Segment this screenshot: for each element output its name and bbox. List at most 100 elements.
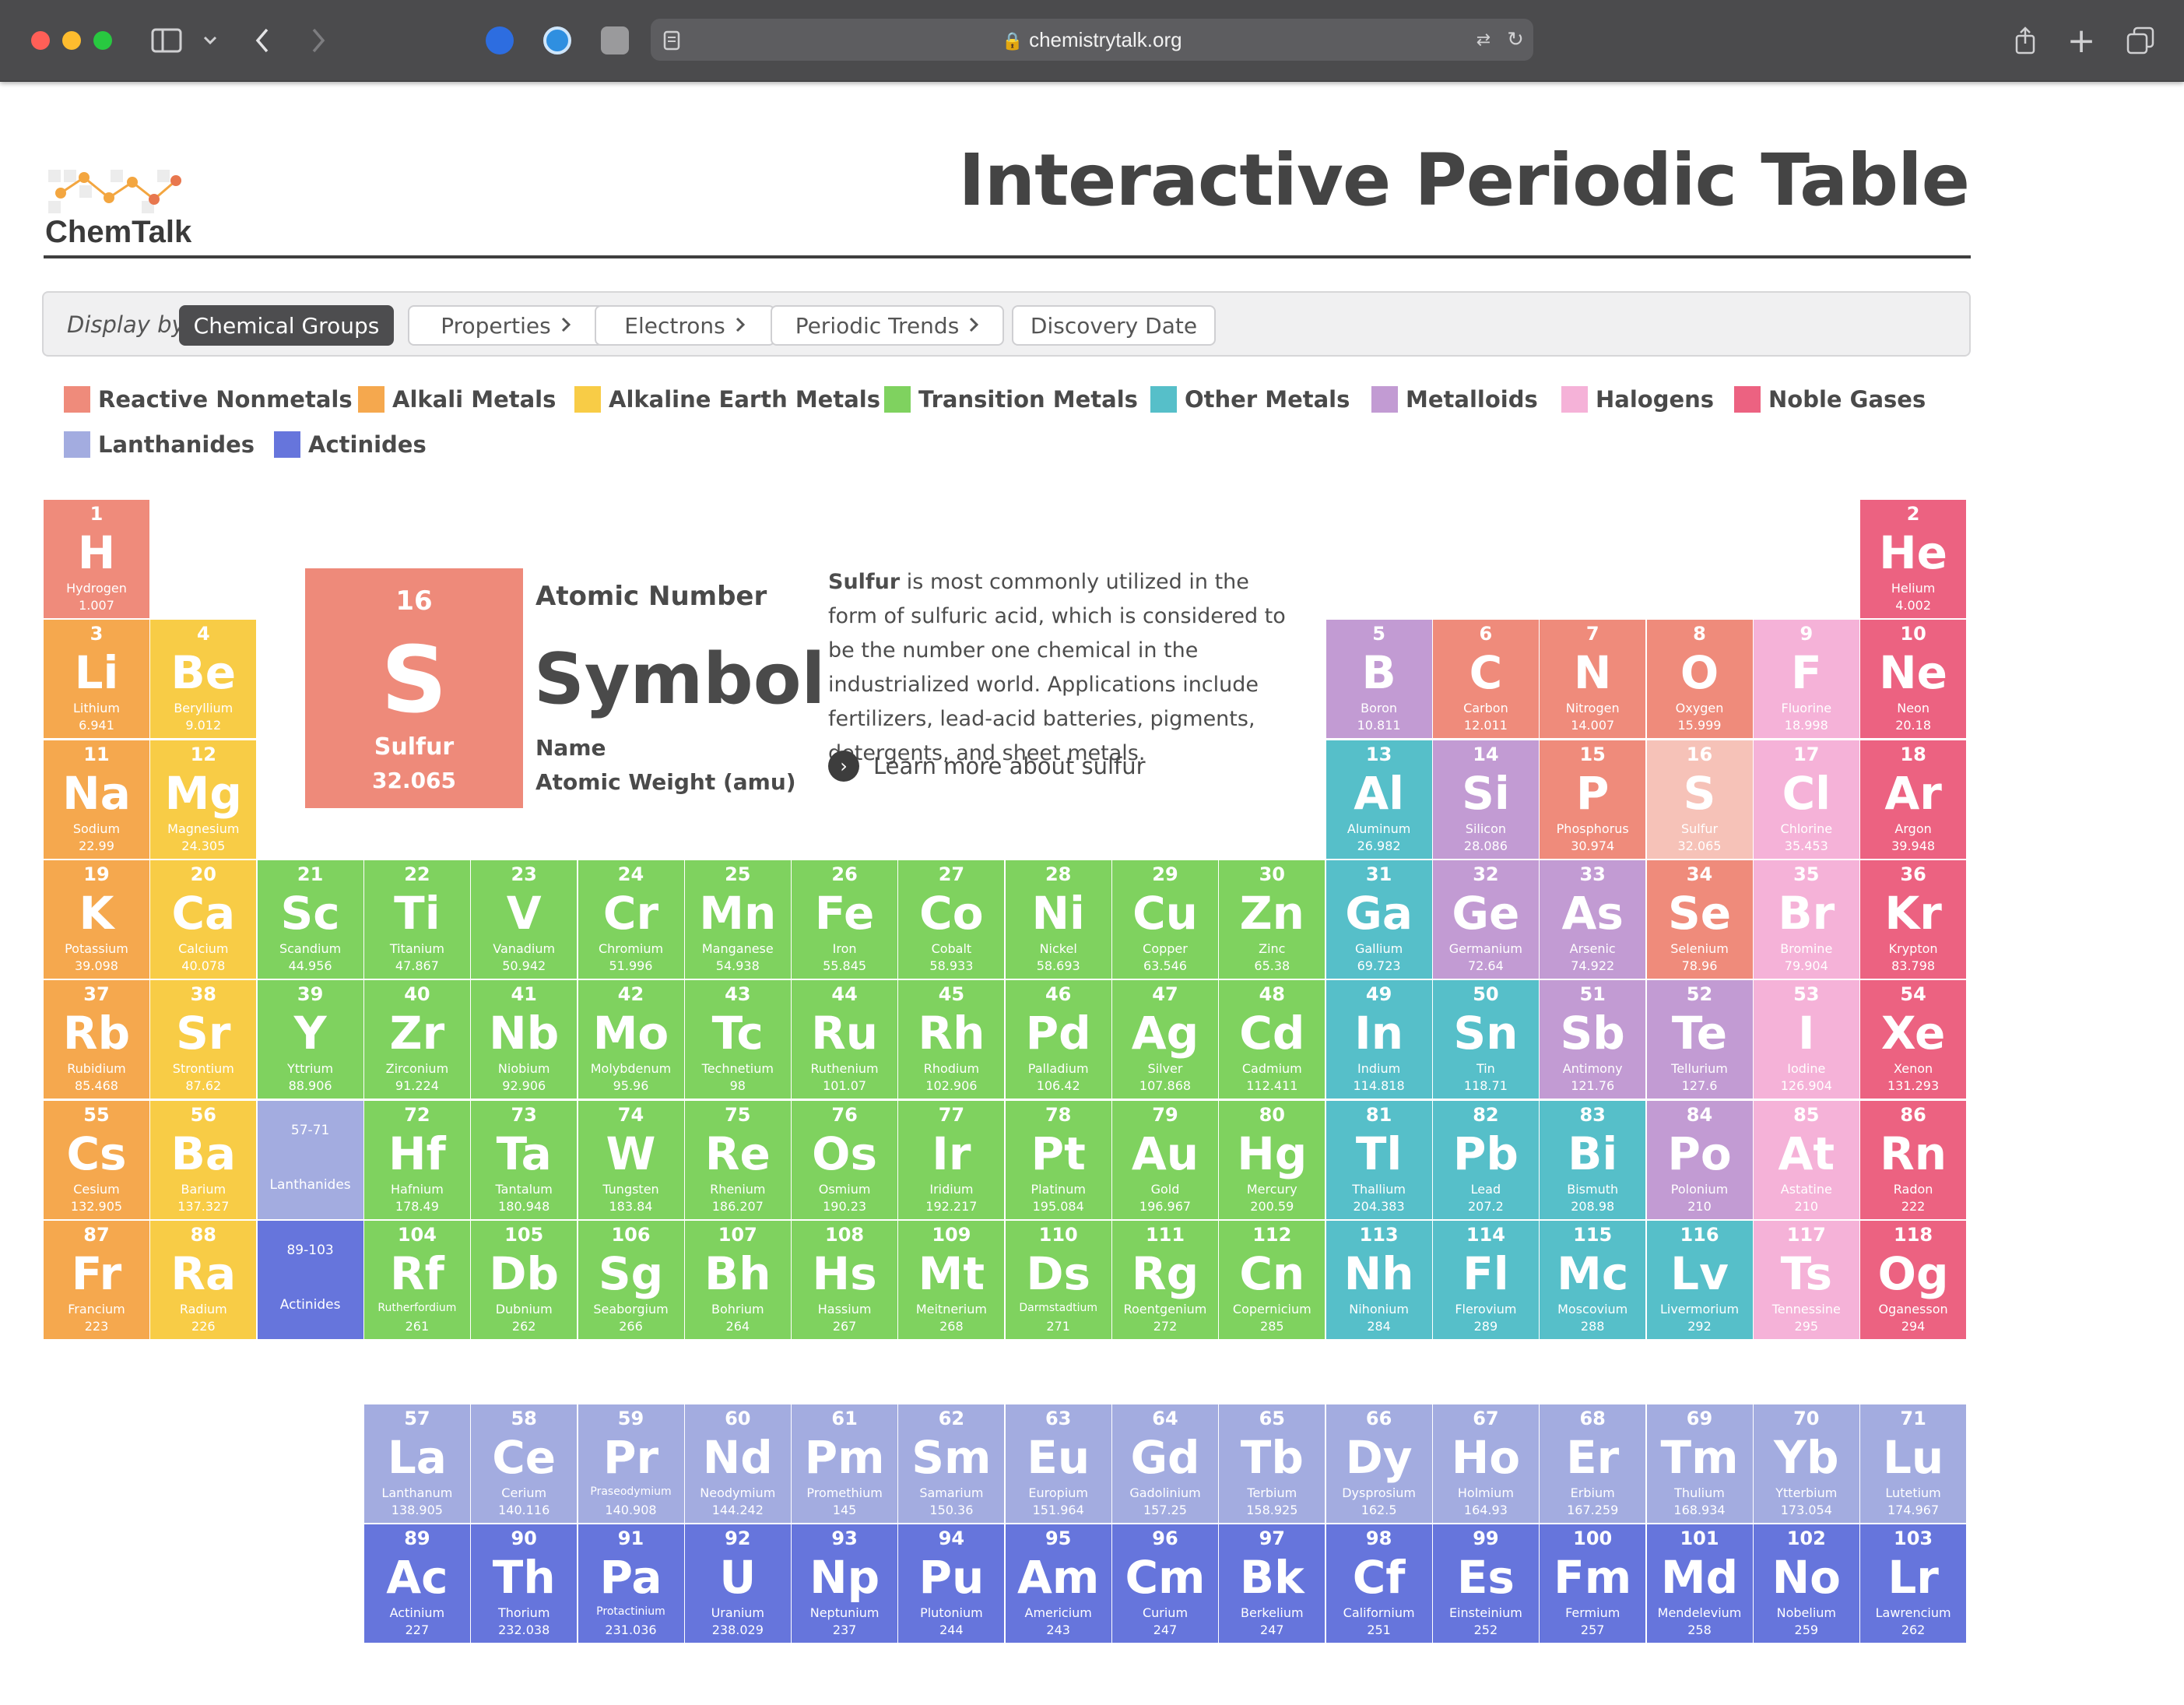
element-potassium[interactable]: 19 K Potassium 39.098 [44,860,149,979]
close-window-button[interactable] [31,31,50,50]
element-beryllium[interactable]: 4 Be Beryllium 9.012 [150,620,257,739]
element-fermium[interactable]: 100 Fm Fermium 257 [1540,1524,1646,1643]
element-scandium[interactable]: 21 Sc Scandium 44.956 [257,860,363,979]
new-tab-icon[interactable]: + [2067,21,2096,61]
element-silver[interactable]: 47 Ag Silver 107.868 [1112,980,1218,1099]
element-ruthenium[interactable]: 44 Ru Ruthenium 101.07 [792,980,898,1099]
element-plutonium[interactable]: 94 Pu Plutonium 244 [898,1524,1005,1643]
element-vanadium[interactable]: 23 V Vanadium 50.942 [471,860,578,979]
element-argon[interactable]: 18 Ar Argon 39.948 [1860,740,1967,859]
element-hassium[interactable]: 108 Hs Hassium 267 [792,1220,898,1339]
element-curium[interactable]: 96 Cm Curium 247 [1112,1524,1218,1643]
element-nihonium[interactable]: 113 Nh Nihonium 284 [1325,1220,1432,1339]
element-strontium[interactable]: 38 Sr Strontium 87.62 [150,980,257,1099]
element-manganese[interactable]: 25 Mn Manganese 54.938 [684,860,791,979]
element-magnesium[interactable]: 12 Mg Magnesium 24.305 [150,740,257,859]
element-palladium[interactable]: 46 Pd Palladium 106.42 [1005,980,1111,1099]
element-lawrencium[interactable]: 103 Lr Lawrencium 262 [1860,1524,1967,1643]
element-thulium[interactable]: 69 Tm Thulium 168.934 [1646,1404,1753,1523]
translate-icon[interactable]: ⇄ [1468,28,1499,51]
display-properties-button[interactable]: Properties [408,305,604,346]
element-bismuth[interactable]: 83 Bi Bismuth 208.98 [1540,1100,1646,1219]
element-rutherfordium[interactable]: 104 Rf Rutherfordium 261 [363,1220,470,1339]
element-promethium[interactable]: 61 Pm Promethium 145 [792,1404,898,1523]
element-samarium[interactable]: 62 Sm Samarium 150.36 [898,1404,1005,1523]
element-holmium[interactable]: 67 Ho Holmium 164.93 [1432,1404,1539,1523]
display-periodic-trends-button[interactable]: Periodic Trends [771,305,1004,346]
legend-noble-gases[interactable]: Noble Gases [1734,386,1926,413]
placeholder-actinides[interactable]: 89-103 Actinides [257,1220,363,1339]
element-francium[interactable]: 87 Fr Francium 223 [44,1220,149,1339]
element-phosphorus[interactable]: 15 P Phosphorus 30.974 [1540,740,1646,859]
element-tungsten[interactable]: 74 W Tungsten 183.84 [578,1100,684,1219]
element-gadolinium[interactable]: 64 Gd Gadolinium 157.25 [1112,1404,1218,1523]
element-aluminum[interactable]: 13 Al Aluminum 26.982 [1325,740,1432,859]
element-xenon[interactable]: 54 Xe Xenon 131.293 [1860,980,1967,1099]
element-platinum[interactable]: 78 Pt Platinum 195.084 [1005,1100,1111,1219]
legend-lanthanides[interactable]: Lanthanides [64,431,255,458]
element-iodine[interactable]: 53 I Iodine 126.904 [1753,980,1859,1099]
display-discovery-date-button[interactable]: Discovery Date [1012,305,1216,346]
placeholder-lanthanides[interactable]: 57-71 Lanthanides [257,1100,363,1219]
element-americium[interactable]: 95 Am Americium 243 [1005,1524,1111,1643]
tab-overview-icon[interactable] [2125,25,2156,56]
element-cerium[interactable]: 58 Ce Cerium 140.116 [471,1404,578,1523]
element-rubidium[interactable]: 37 Rb Rubidium 85.468 [44,980,149,1099]
element-dubnium[interactable]: 105 Db Dubnium 262 [471,1220,578,1339]
element-bohrium[interactable]: 107 Bh Bohrium 264 [684,1220,791,1339]
element-actinium[interactable]: 89 Ac Actinium 227 [363,1524,470,1643]
element-sulfur[interactable]: 16 S Sulfur 32.065 [1646,740,1753,859]
chemtalk-logo-icon[interactable] [45,167,187,216]
element-boron[interactable]: 5 B Boron 10.811 [1325,620,1432,739]
element-livermorium[interactable]: 116 Lv Livermorium 292 [1646,1220,1753,1339]
element-niobium[interactable]: 41 Nb Niobium 92.906 [471,980,578,1099]
element-roentgenium[interactable]: 111 Rg Roentgenium 272 [1112,1220,1218,1339]
display-electrons-button[interactable]: Electrons [595,305,775,346]
element-thallium[interactable]: 81 Tl Thallium 204.383 [1325,1100,1432,1219]
element-californium[interactable]: 98 Cf Californium 251 [1325,1524,1432,1643]
compass-extension-icon[interactable] [543,26,571,54]
legend-alkali-metals[interactable]: Alkali Metals [358,386,556,413]
element-copper[interactable]: 29 Cu Copper 63.546 [1112,860,1218,979]
element-lead[interactable]: 82 Pb Lead 207.2 [1432,1100,1539,1219]
element-neptunium[interactable]: 93 Np Neptunium 237 [792,1524,898,1643]
element-fluorine[interactable]: 9 F Fluorine 18.998 [1753,620,1859,739]
element-oxygen[interactable]: 8 O Oxygen 15.999 [1646,620,1753,739]
element-gallium[interactable]: 31 Ga Gallium 69.723 [1325,860,1432,979]
learn-more-link[interactable]: › Learn more about sulfur [828,751,1146,782]
element-darmstadtium[interactable]: 110 Ds Darmstadtium 271 [1005,1220,1111,1339]
element-nitrogen[interactable]: 7 N Nitrogen 14.007 [1540,620,1646,739]
element-rhodium[interactable]: 45 Rh Rhodium 102.906 [898,980,1005,1099]
element-moscovium[interactable]: 115 Mc Moscovium 288 [1540,1220,1646,1339]
element-berkelium[interactable]: 97 Bk Berkelium 247 [1219,1524,1325,1643]
element-bromine[interactable]: 35 Br Bromine 79.904 [1753,860,1859,979]
element-zirconium[interactable]: 40 Zr Zirconium 91.224 [363,980,470,1099]
element-radon[interactable]: 86 Rn Radon 222 [1860,1100,1967,1219]
element-technetium[interactable]: 43 Tc Technetium 98 [684,980,791,1099]
element-lithium[interactable]: 3 Li Lithium 6.941 [44,620,149,739]
element-tin[interactable]: 50 Sn Tin 118.71 [1432,980,1539,1099]
element-neon[interactable]: 10 Ne Neon 20.18 [1860,620,1967,739]
element-oganesson[interactable]: 118 Og Oganesson 294 [1860,1220,1967,1339]
element-ytterbium[interactable]: 70 Yb Ytterbium 173.054 [1753,1404,1859,1523]
legend-alkaline-earth-metals[interactable]: Alkaline Earth Metals [574,386,880,413]
element-osmium[interactable]: 76 Os Osmium 190.23 [792,1100,898,1219]
element-neodymium[interactable]: 60 Nd Neodymium 144.242 [684,1404,791,1523]
element-iron[interactable]: 26 Fe Iron 55.845 [792,860,898,979]
element-lanthanum[interactable]: 57 La Lanthanum 138.905 [363,1404,470,1523]
display-chemical-groups-button[interactable]: Chemical Groups [179,305,394,346]
element-polonium[interactable]: 84 Po Polonium 210 [1646,1100,1753,1219]
element-chromium[interactable]: 24 Cr Chromium 51.996 [578,860,684,979]
legend-actinides[interactable]: Actinides [274,431,427,458]
share-icon[interactable] [2011,25,2039,56]
element-yttrium[interactable]: 39 Y Yttrium 88.906 [257,980,363,1099]
element-flerovium[interactable]: 114 Fl Flerovium 289 [1432,1220,1539,1339]
element-tellurium[interactable]: 52 Te Tellurium 127.6 [1646,980,1753,1099]
element-helium[interactable]: 2 He Helium 4.002 [1860,500,1967,618]
legend-metalloids[interactable]: Metalloids [1371,386,1538,413]
element-molybdenum[interactable]: 42 Mo Molybdenum 95.96 [578,980,684,1099]
chevron-down-icon[interactable] [201,30,219,51]
element-krypton[interactable]: 36 Kr Krypton 83.798 [1860,860,1967,979]
element-cobalt[interactable]: 27 Co Cobalt 58.933 [898,860,1005,979]
element-erbium[interactable]: 68 Er Erbium 167.259 [1540,1404,1646,1523]
